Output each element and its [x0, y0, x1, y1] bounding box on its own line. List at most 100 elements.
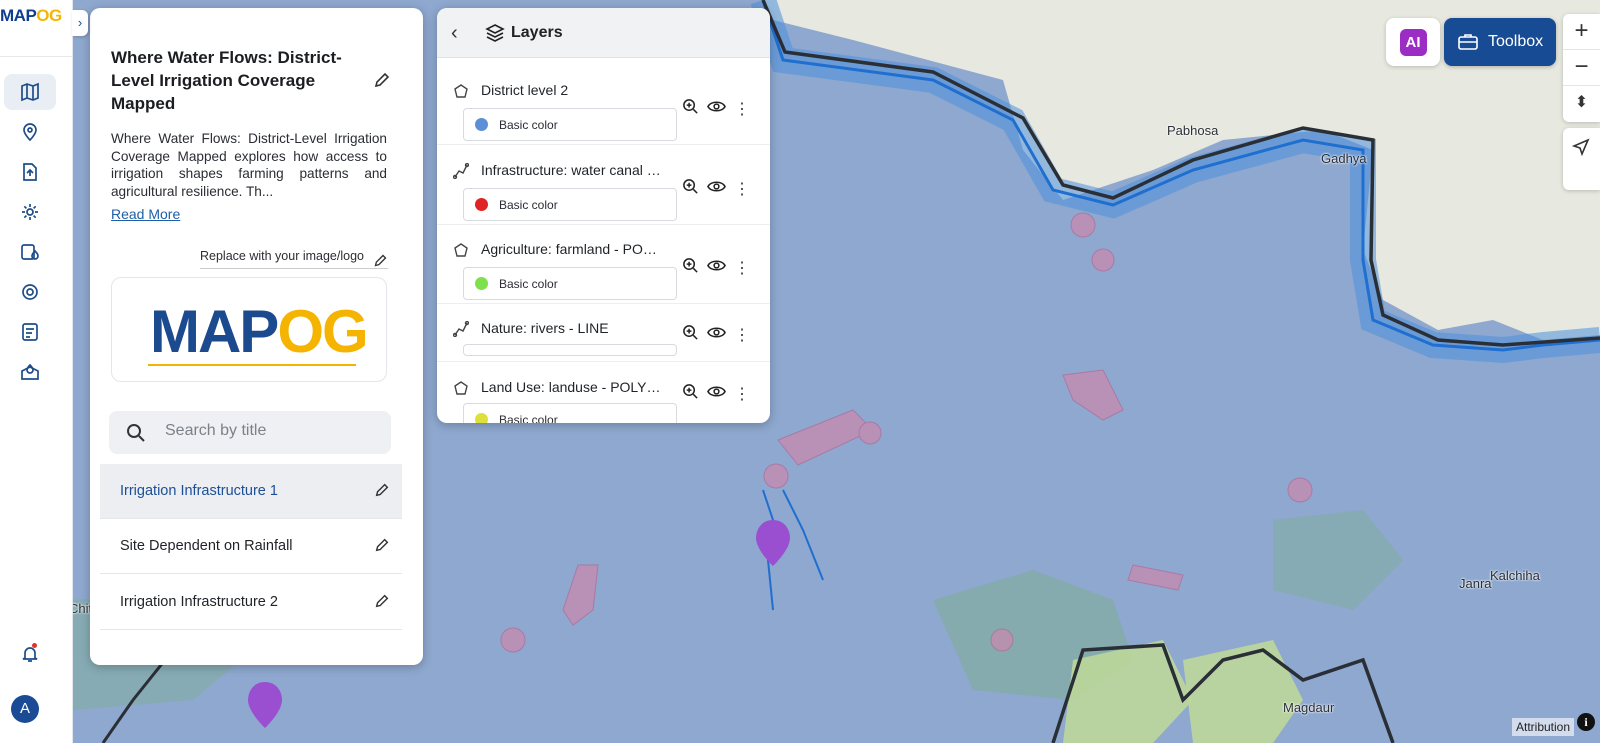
app-logo[interactable]: MAPOG [0, 6, 62, 26]
toolbox-label: Toolbox [1488, 33, 1544, 50]
place-label: Kalchiha [1490, 568, 1540, 583]
zoom-to-layer-icon[interactable] [682, 383, 699, 405]
eye-icon[interactable] [707, 324, 726, 346]
place-label: Janra [1459, 576, 1492, 591]
settings-icon[interactable] [4, 274, 56, 310]
search-icon [127, 424, 145, 442]
upload-file-icon[interactable] [4, 154, 56, 190]
color-swatch [475, 118, 488, 131]
pencil-icon[interactable] [374, 482, 390, 498]
polygon-icon [454, 84, 468, 98]
layer-row[interactable]: Infrastructure: water canal - LINE Basic… [437, 146, 770, 225]
story-item-label: Site Dependent on Rainfall [120, 538, 293, 554]
color-label: Basic color [499, 413, 558, 423]
more-options-icon[interactable]: ⋮ [734, 258, 750, 278]
layer-name: Infrastructure: water canal - LINE [481, 162, 661, 178]
divider [0, 56, 72, 57]
layer-color-picker[interactable]: Basic color [463, 188, 677, 221]
color-swatch [475, 413, 488, 423]
layer-color-picker[interactable]: Basic color [463, 267, 677, 300]
eye-icon[interactable] [707, 383, 726, 405]
story-title: Where Water Flows: District-Level Irriga… [111, 48, 342, 113]
report-icon[interactable] [4, 314, 56, 350]
layers-panel: ‹ Layers District level 2 Basic color ⋮ … [437, 8, 770, 423]
map-icon[interactable] [4, 74, 56, 110]
line-icon [453, 321, 469, 337]
edit-title-pencil-icon[interactable] [373, 71, 391, 94]
notification-bell-icon[interactable] [4, 636, 56, 672]
gear-icon[interactable] [4, 194, 56, 230]
story-item-label: Irrigation Infrastructure 2 [120, 594, 278, 610]
polygon-icon [454, 243, 468, 257]
layer-color-picker[interactable]: Basic color [463, 403, 677, 423]
place-label: Pabhosa [1167, 123, 1219, 138]
story-description: Where Water Flows: District-Level Irriga… [111, 131, 387, 199]
more-options-icon[interactable]: ⋮ [734, 99, 750, 119]
map-pin-list-icon[interactable] [4, 234, 56, 270]
place-label: Gadhya [1321, 151, 1367, 166]
layers-header: ‹ Layers [437, 8, 770, 58]
layer-name: Land Use: landuse - POLYGON [481, 379, 661, 395]
layer-row[interactable]: Agriculture: farmland - POLYGON Basic co… [437, 225, 770, 304]
story-search[interactable] [109, 411, 391, 454]
zoom-to-layer-icon[interactable] [682, 98, 699, 120]
color-label: Basic color [499, 277, 558, 291]
eye-icon[interactable] [707, 257, 726, 279]
compass-icon[interactable]: ⬍ [1563, 86, 1600, 122]
zoom-controls: + − ⬍ [1563, 14, 1600, 122]
navigate-arrow-icon[interactable] [1572, 138, 1590, 156]
search-input[interactable] [165, 422, 365, 440]
more-options-icon[interactable]: ⋮ [734, 179, 750, 199]
layer-name: Nature: rivers - LINE [481, 320, 609, 336]
layer-color-picker[interactable]: Basic color [463, 108, 677, 141]
more-options-icon[interactable]: ⋮ [734, 384, 750, 404]
expand-sidebar-button[interactable]: › [72, 10, 88, 36]
zoom-to-layer-icon[interactable] [682, 257, 699, 279]
story-panel: Where Water Flows: District-Level Irriga… [90, 8, 423, 665]
story-item[interactable]: Site Dependent on Rainfall [100, 519, 402, 574]
more-options-icon[interactable]: ⋮ [734, 325, 750, 345]
zoom-to-layer-icon[interactable] [682, 178, 699, 200]
edit-logo-pencil-icon[interactable] [373, 253, 388, 273]
zoom-to-layer-icon[interactable] [682, 324, 699, 346]
color-swatch [475, 198, 488, 211]
layer-row[interactable]: Nature: rivers - LINE ⋮ [437, 304, 770, 362]
story-item-label: Irrigation Infrastructure 1 [120, 483, 278, 499]
replace-logo-label[interactable]: Replace with your image/logo [200, 249, 388, 269]
layer-row[interactable]: Land Use: landuse - POLYGON Basic color … [437, 363, 770, 423]
left-sidebar: MAPOG A [0, 0, 73, 743]
eye-icon[interactable] [707, 178, 726, 200]
ai-assistant-button[interactable]: AI [1386, 18, 1440, 66]
ai-icon: AI [1399, 28, 1427, 56]
layer-row[interactable]: District level 2 Basic color ⋮ [437, 66, 770, 145]
zoom-in-button[interactable]: + [1563, 14, 1600, 50]
color-label: Basic color [499, 198, 558, 212]
back-chevron-icon[interactable]: ‹ [451, 22, 458, 45]
color-swatch [475, 277, 488, 290]
toolbox-button[interactable]: Toolbox [1444, 18, 1556, 66]
map-location-icon[interactable] [4, 354, 56, 390]
layers-icon [485, 24, 505, 42]
zoom-out-button[interactable]: − [1563, 50, 1600, 86]
attribution-link[interactable]: Attribution [1512, 718, 1575, 736]
color-label: Basic color [499, 118, 558, 132]
info-icon[interactable]: i [1577, 713, 1595, 731]
place-label: Magdaur [1283, 700, 1335, 715]
polygon-icon [454, 381, 468, 395]
pencil-icon[interactable] [374, 537, 390, 553]
layer-color-picker[interactable] [463, 344, 677, 356]
eye-icon[interactable] [707, 98, 726, 120]
read-more-link[interactable]: Read More [111, 206, 180, 222]
story-logo: MAPOG [111, 277, 387, 382]
story-item[interactable]: Irrigation Infrastructure 2 [100, 575, 402, 630]
briefcase-icon [1458, 34, 1478, 50]
pencil-icon[interactable] [374, 593, 390, 609]
layers-title: Layers [511, 24, 563, 41]
location-pin-icon[interactable] [4, 114, 56, 150]
avatar[interactable]: A [11, 695, 39, 723]
line-icon [453, 163, 469, 179]
notification-badge [32, 643, 37, 648]
layer-name: Agriculture: farmland - POLYGON [481, 241, 661, 257]
locate-controls [1563, 128, 1600, 190]
story-item[interactable]: Irrigation Infrastructure 1 [100, 464, 402, 519]
